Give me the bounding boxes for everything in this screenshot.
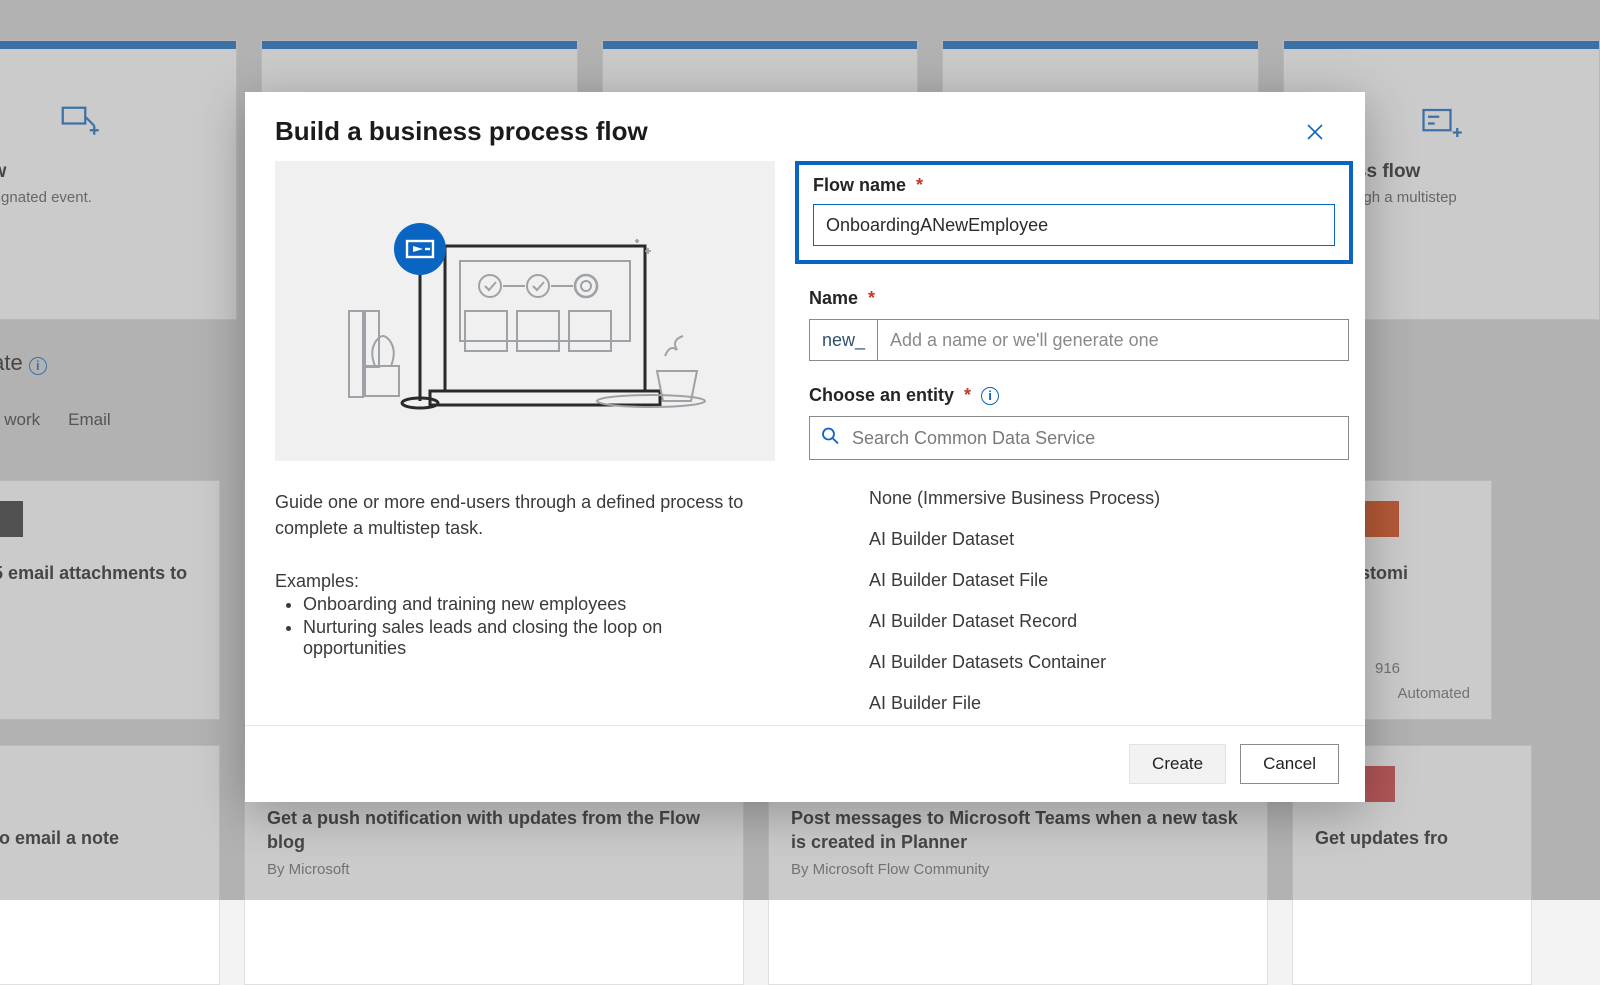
required-asterisk: * [964, 385, 971, 406]
entity-option[interactable]: AI Builder Dataset File [809, 560, 1349, 601]
name-field: Name * new_ [809, 288, 1349, 361]
entity-option[interactable]: AI Builder File [809, 683, 1349, 724]
entity-label: Choose an entity [809, 385, 954, 406]
examples-heading: Examples: [275, 571, 745, 592]
flow-name-label: Flow name [813, 175, 906, 196]
required-asterisk: * [916, 175, 923, 196]
name-prefix: new_ [809, 319, 877, 361]
modal-footer: Create Cancel [245, 725, 1365, 802]
entity-option[interactable]: None (Immersive Business Process) [809, 478, 1349, 519]
example-item: Nurturing sales leads and closing the lo… [303, 617, 745, 659]
flow-name-field: Flow name * [795, 161, 1353, 264]
search-icon [821, 427, 839, 450]
flow-name-input[interactable] [813, 204, 1335, 246]
example-item: Onboarding and training new employees [303, 594, 745, 615]
modal-title: Build a business process flow [275, 116, 648, 147]
examples-list: Onboarding and training new employees Nu… [275, 594, 745, 659]
cancel-button[interactable]: Cancel [1240, 744, 1339, 784]
modal-left-pane: Guide one or more end-users through a de… [245, 159, 775, 725]
build-bpf-modal: Build a business process flow [245, 92, 1365, 802]
info-icon[interactable]: i [981, 387, 999, 405]
entity-option[interactable]: AI Builder Datasets Container [809, 642, 1349, 683]
modal-right-pane: Flow name * Name * new_ Choose an entity [775, 159, 1365, 725]
entity-option[interactable]: AI Builder File Attached Data [809, 724, 1349, 725]
modal-description: Guide one or more end-users through a de… [275, 489, 745, 541]
close-icon[interactable] [1303, 120, 1327, 144]
name-label: Name [809, 288, 858, 309]
entity-search-input[interactable] [809, 416, 1349, 460]
entity-field: Choose an entity * i None (Immersive Bus… [809, 385, 1349, 725]
bpf-illustration [275, 161, 775, 461]
entity-option[interactable]: AI Builder Dataset [809, 519, 1349, 560]
name-input[interactable] [877, 319, 1349, 361]
entity-option[interactable]: AI Builder Dataset Record [809, 601, 1349, 642]
required-asterisk: * [868, 288, 875, 309]
create-button[interactable]: Create [1129, 744, 1226, 784]
entity-list: None (Immersive Business Process) AI Bui… [809, 478, 1349, 725]
